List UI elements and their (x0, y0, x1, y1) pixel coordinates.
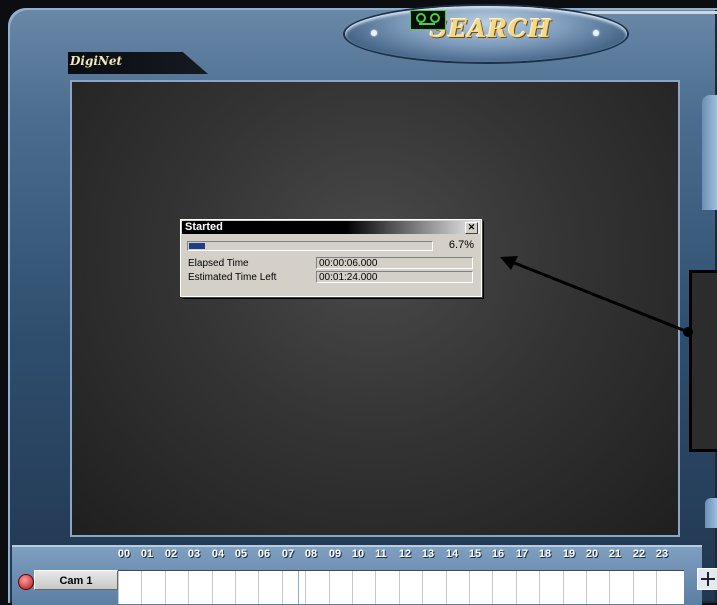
hour-label-02: 02 (164, 548, 178, 560)
hour-label-19: 19 (562, 548, 576, 560)
hour-gridline (118, 571, 119, 604)
hour-label-00: 00 (117, 548, 131, 560)
hour-label-11: 11 (375, 548, 387, 560)
hour-gridline (492, 571, 493, 604)
annotation-arrow (500, 256, 693, 337)
hour-label-05: 05 (234, 548, 248, 560)
hour-gridline (188, 571, 189, 604)
hour-gridline (329, 571, 330, 604)
hour-label-16: 16 (491, 548, 505, 560)
hour-gridline (399, 571, 400, 604)
hour-label-10: 10 (351, 548, 365, 560)
hour-gridline (516, 571, 517, 604)
hour-gridline (305, 571, 306, 604)
hour-gridline (656, 571, 657, 604)
hour-labels: 00 01 02 03 04 05 06 07 08 09 10 11 12 13 14 15 16 17 18 19… (118, 548, 688, 564)
hour-gridline (422, 571, 423, 604)
hour-gridline (165, 571, 166, 604)
hour-gridline (352, 571, 353, 604)
hour-label-13: 13 (421, 548, 435, 560)
hour-label-04: 04 (211, 548, 225, 560)
hour-label-22: 22 (632, 548, 646, 560)
hour-gridline (375, 571, 376, 604)
hour-label-08: 08 (304, 548, 318, 560)
hour-gridline (609, 571, 610, 604)
hour-gridline (212, 571, 213, 604)
timeline-grid[interactable] (118, 570, 684, 604)
hour-label-07: 07 (281, 548, 295, 560)
hour-label-14: 14 (445, 548, 459, 560)
hour-gridline (633, 571, 634, 604)
hour-label-09: 09 (328, 548, 342, 560)
hour-label-17: 17 (515, 548, 529, 560)
hour-label-18: 18 (538, 548, 552, 560)
hour-label-03: 03 (187, 548, 201, 560)
camera-button[interactable]: Cam 1 (34, 570, 118, 590)
hour-gridline (282, 571, 283, 604)
hour-label-21: 21 (608, 548, 622, 560)
hour-label-12: 12 (398, 548, 412, 560)
layout-grid-icon[interactable] (697, 568, 717, 590)
hour-label-20: 20 (585, 548, 599, 560)
hour-label-15: 15 (468, 548, 482, 560)
hour-gridline (563, 571, 564, 604)
hour-gridline (446, 571, 447, 604)
hour-label-01: 01 (140, 548, 154, 560)
hour-label-06: 06 (257, 548, 271, 560)
hour-gridline (469, 571, 470, 604)
camera-toggle-icon[interactable] (18, 574, 34, 590)
hour-gridline (539, 571, 540, 604)
timeline-cursor[interactable] (298, 571, 299, 604)
hour-gridline (235, 571, 236, 604)
hour-gridline (258, 571, 259, 604)
hour-gridline (141, 571, 142, 604)
hour-gridline (586, 571, 587, 604)
hour-label-23: 23 (655, 548, 669, 560)
